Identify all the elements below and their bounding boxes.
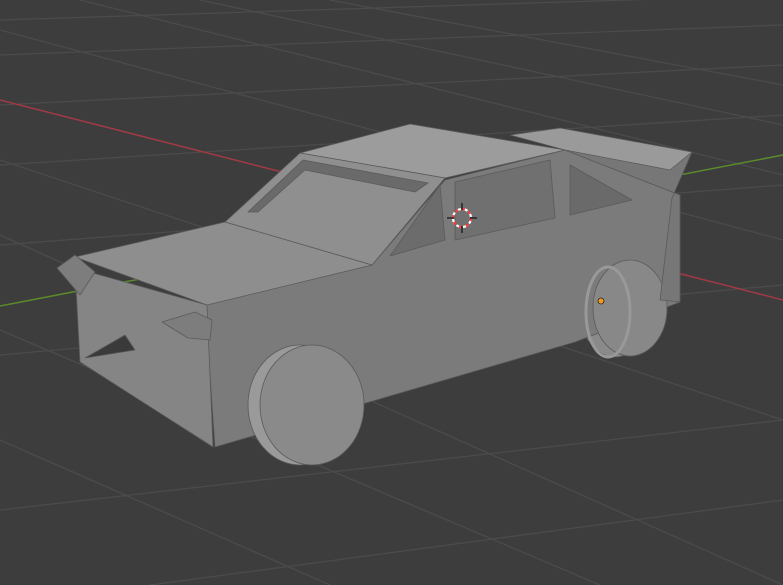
car-mesh[interactable] <box>56 123 693 466</box>
viewport-canvas[interactable] <box>0 0 783 585</box>
front-wheel <box>259 344 365 466</box>
3d-viewport[interactable] <box>0 0 783 585</box>
object-origin-dot[interactable] <box>597 297 605 305</box>
